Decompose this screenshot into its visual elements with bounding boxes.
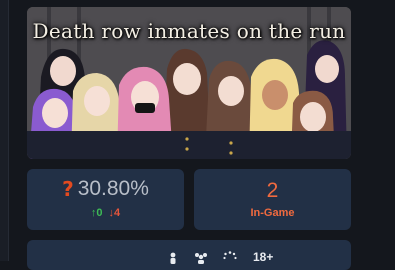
game-cover-image[interactable]: Death row inmates on the run	[27, 7, 351, 159]
in-game-card: 2 In-Game	[194, 169, 351, 230]
group-icon	[193, 251, 209, 269]
person-icon	[168, 251, 178, 269]
votes-line: ↑0 ↓4	[27, 207, 184, 219]
upvote-count: ↑0	[90, 207, 103, 219]
sidebar-edge	[0, 0, 9, 261]
question-mark-icon: ?	[62, 176, 74, 201]
in-game-count: 2	[266, 179, 279, 202]
rating-line: ? 30.80%	[27, 178, 184, 199]
downvote-count: ↓4	[108, 207, 121, 219]
game-title: Death row inmates on the run	[32, 19, 346, 43]
in-game-label: In-Game	[250, 207, 295, 219]
rating-card: ? 30.80% ↑0 ↓4	[27, 169, 184, 230]
age-rating-badge: 18+	[253, 250, 274, 264]
rating-percent: 30.80%	[77, 177, 149, 200]
tags-card: 18+	[27, 240, 351, 270]
